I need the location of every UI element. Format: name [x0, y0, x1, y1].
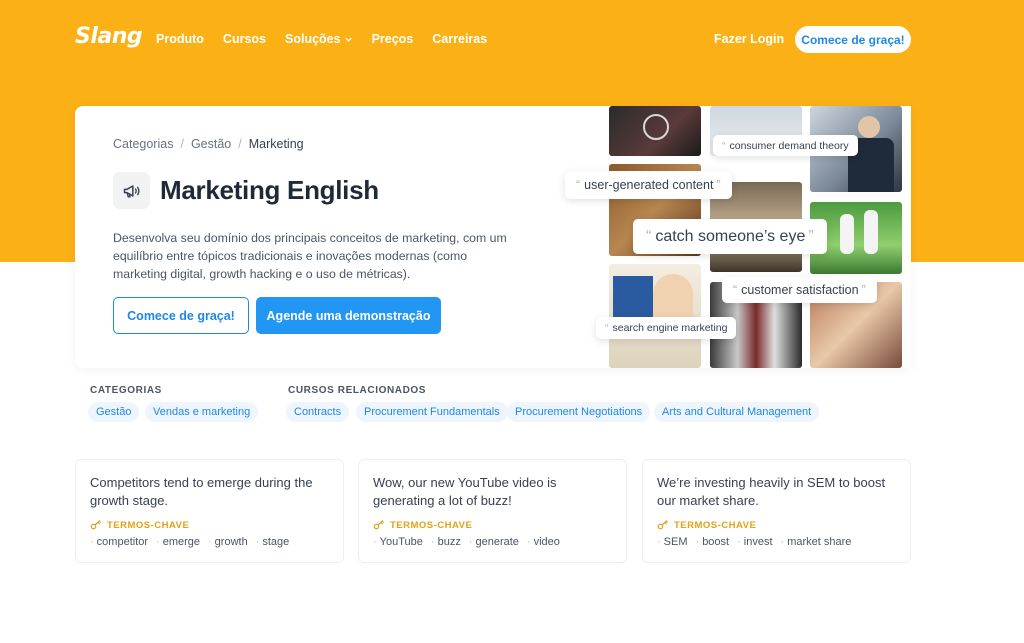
keyword: growth: [208, 536, 248, 548]
start-free-button-nav[interactable]: Comece de graça!: [795, 26, 911, 53]
nav-link-cursos[interactable]: Cursos: [223, 32, 266, 46]
page-description: Desenvolva seu domínio dos principais co…: [113, 231, 507, 281]
photo-tile: [609, 106, 701, 156]
category-chip-gestao[interactable]: Gestão: [88, 402, 140, 422]
breadcrumb-categorias[interactable]: Categorias: [113, 137, 173, 151]
key-icon: [90, 520, 101, 530]
keyword: generate: [469, 536, 519, 548]
keyword: invest: [737, 536, 773, 548]
keyword: YouTube: [373, 536, 423, 548]
title-row: Marketing English: [113, 172, 379, 209]
breadcrumb-current: Marketing: [248, 137, 304, 151]
example-sentence: We’re investing heavily in SEM to boost …: [657, 475, 886, 508]
related-course-chip[interactable]: Procurement Negotiations: [507, 402, 651, 422]
keywords-header: TERMOS-CHAVE: [90, 519, 189, 531]
keywords-list: competitor emerge growth stage: [90, 536, 290, 548]
phrase-bubble: “search engine marketing: [596, 317, 737, 339]
keywords-list: SEM boost invest market share: [657, 536, 852, 548]
schedule-demo-button[interactable]: Agende uma demonstração: [256, 297, 441, 334]
example-card: We’re investing heavily in SEM to boost …: [642, 459, 911, 563]
related-course-chip[interactable]: Arts and Cultural Management: [654, 402, 820, 422]
keyword: emerge: [156, 536, 200, 548]
categories-label: CATEGORIAS: [90, 385, 162, 396]
breadcrumb-separator: /: [238, 137, 242, 151]
keyword: stage: [256, 536, 289, 548]
phrase-bubble: “catch someone’s eye”: [633, 219, 827, 254]
nav-link-precos[interactable]: Preços: [372, 32, 414, 46]
login-link[interactable]: Fazer Login: [714, 32, 784, 46]
related-courses-label: CURSOS RELACIONADOS: [288, 385, 427, 396]
photo-tile: [609, 264, 701, 368]
nav-link-carreiras[interactable]: Carreiras: [432, 32, 487, 46]
phrase-bubble: “consumer demand theory: [713, 135, 858, 156]
phrase-bubble: “customer satisfaction”: [722, 277, 877, 303]
breadcrumb-separator: /: [180, 137, 184, 151]
keyword: SEM: [657, 536, 688, 548]
keywords-header: TERMOS-CHAVE: [657, 519, 756, 531]
keywords-header: TERMOS-CHAVE: [373, 519, 472, 531]
key-icon: [373, 520, 384, 530]
nav-links: Produto Cursos Soluções Preços Carreiras: [156, 32, 487, 46]
breadcrumb: Categorias / Gestão / Marketing: [113, 137, 304, 151]
keyword: buzz: [431, 536, 461, 548]
key-icon: [657, 520, 668, 530]
breadcrumb-gestao[interactable]: Gestão: [191, 137, 231, 151]
keyword: competitor: [90, 536, 148, 548]
page-title: Marketing English: [160, 175, 379, 205]
megaphone-icon: [113, 172, 150, 209]
category-chip-vendas-marketing[interactable]: Vendas e marketing: [145, 402, 259, 422]
example-card: Competitors tend to emerge during the gr…: [75, 459, 344, 563]
example-sentence: Competitors tend to emerge during the gr…: [90, 475, 313, 508]
keywords-list: YouTube buzz generate video: [373, 536, 560, 548]
related-course-chip[interactable]: Contracts: [286, 402, 350, 422]
start-free-button[interactable]: Comece de graça!: [113, 297, 249, 334]
example-card: Wow, our new YouTube video is generating…: [358, 459, 627, 563]
keyword: video: [527, 536, 560, 548]
example-sentence: Wow, our new YouTube video is generating…: [373, 475, 557, 508]
phrase-bubble: “user-generated content”: [565, 171, 732, 199]
nav-link-produto[interactable]: Produto: [156, 32, 204, 46]
logo[interactable]: Slang: [75, 24, 143, 49]
related-course-chip[interactable]: Procurement Fundamentals: [356, 402, 508, 422]
keyword: market share: [781, 536, 851, 548]
chevron-down-icon: [344, 37, 352, 42]
nav-link-solucoes[interactable]: Soluções: [285, 32, 353, 46]
keyword: boost: [696, 536, 729, 548]
navbar: Slang Produto Cursos Soluções Preços Car…: [0, 0, 1024, 78]
